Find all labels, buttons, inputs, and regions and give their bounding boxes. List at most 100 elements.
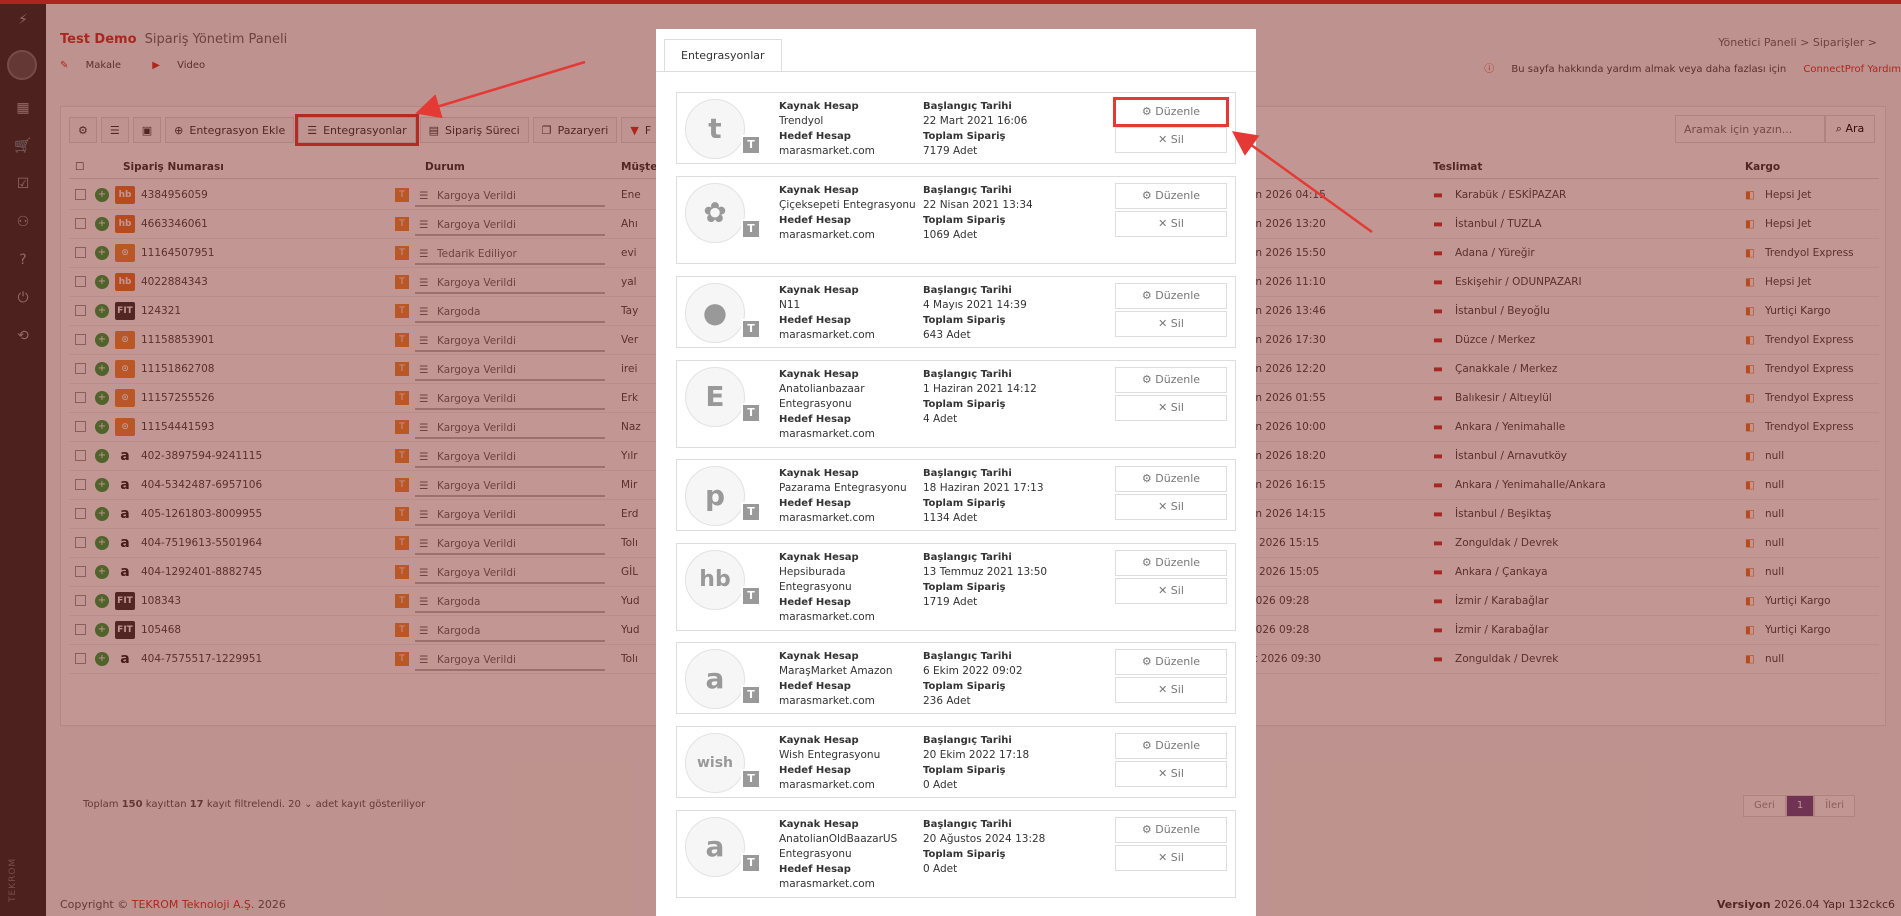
delete-button[interactable]: ✕ Sil: [1115, 677, 1227, 703]
target-label: Hedef Hesap: [779, 215, 851, 226]
delete-label: Sil: [1170, 500, 1184, 513]
source-value: Anatolianbazaar Entegrasyonu: [779, 383, 865, 410]
edit-button[interactable]: ⚙ Düzenle: [1115, 550, 1227, 576]
close-icon: ✕: [1158, 133, 1168, 146]
integration-accounts: Kaynak Hesap AnatolianOldBaazarUS Entegra…: [779, 817, 919, 892]
integration-stats: Başlangıç Tarihi 18 Haziran 2021 17:13 Top…: [923, 466, 1083, 526]
total-label: Toplam Sipariş: [923, 681, 1006, 692]
source-value: N11: [779, 299, 801, 311]
edit-label: Düzenle: [1155, 189, 1201, 202]
edit-button[interactable]: ⚙ Düzenle: [1115, 649, 1227, 675]
edit-button[interactable]: ⚙ Düzenle: [1115, 817, 1227, 843]
total-value: 0 Adet: [923, 779, 958, 791]
close-icon: ✕: [1158, 851, 1168, 864]
total-label: Toplam Sipariş: [923, 849, 1006, 860]
integration-stats: Başlangıç Tarihi 22 Mart 2021 16:06 Toplam…: [923, 99, 1083, 159]
integration-accounts: Kaynak Hesap N11 Hedef Hesap marasmarket.co…: [779, 283, 919, 343]
integration-logo-icon: a: [685, 817, 745, 877]
total-label: Toplam Sipariş: [923, 215, 1006, 226]
delete-button[interactable]: ✕ Sil: [1115, 395, 1227, 421]
start-label: Başlangıç Tarihi: [923, 468, 1012, 479]
type-badge-icon: T: [741, 319, 761, 339]
edit-label: Düzenle: [1155, 105, 1201, 118]
integration-card: t T Kaynak Hesap Trendyol Hedef Hesap marasma…: [676, 92, 1236, 164]
edit-button[interactable]: ⚙ Düzenle: [1115, 367, 1227, 393]
start-value: 6 Ekim 2022 09:02: [923, 665, 1023, 677]
delete-button[interactable]: ✕ Sil: [1115, 845, 1227, 871]
integration-actions: ⚙ Düzenle ✕ Sil: [1115, 649, 1227, 703]
edit-button[interactable]: ⚙ Düzenle: [1115, 283, 1227, 309]
delete-button[interactable]: ✕ Sil: [1115, 311, 1227, 337]
tab-integrations[interactable]: Entegrasyonlar: [664, 39, 782, 71]
start-value: 22 Mart 2021 16:06: [923, 115, 1028, 127]
integration-accounts: Kaynak Hesap Çiçeksepeti Entegrasyonu Hede…: [779, 183, 919, 243]
integration-card: a T Kaynak Hesap MaraşMarket Amazon Hedef He…: [676, 642, 1236, 714]
target-value: marasmarket.com: [779, 695, 875, 707]
target-label: Hedef Hesap: [779, 131, 851, 142]
target-value: marasmarket.com: [779, 428, 875, 440]
total-value: 643 Adet: [923, 329, 971, 341]
close-icon: ✕: [1158, 401, 1168, 414]
target-label: Hedef Hesap: [779, 597, 851, 608]
type-badge-icon: T: [741, 403, 761, 423]
total-value: 7179 Adet: [923, 145, 978, 157]
gear-icon: ⚙: [1141, 189, 1152, 202]
edit-button[interactable]: ⚙ Düzenle: [1115, 183, 1227, 209]
source-label: Kaynak Hesap: [779, 651, 859, 662]
source-value: Pazarama Entegrasyonu: [779, 482, 907, 494]
integration-accounts: Kaynak Hesap Wish Entegrasyonu Hedef Hesap…: [779, 733, 919, 793]
total-label: Toplam Sipariş: [923, 582, 1006, 593]
start-value: 20 Ağustos 2024 13:28: [923, 833, 1046, 845]
edit-button[interactable]: ⚙ Düzenle: [1115, 733, 1227, 759]
source-label: Kaynak Hesap: [779, 819, 859, 830]
gear-icon: ⚙: [1141, 739, 1152, 752]
integration-logo-icon: ●: [685, 283, 745, 343]
edit-button[interactable]: ⚙ Düzenle: [1115, 466, 1227, 492]
gear-icon: ⚙: [1141, 472, 1152, 485]
source-label: Kaynak Hesap: [779, 101, 859, 112]
integration-accounts: Kaynak Hesap MaraşMarket Amazon Hedef Hesa…: [779, 649, 919, 709]
type-badge-icon: T: [741, 135, 761, 155]
type-badge-icon: T: [741, 586, 761, 606]
start-label: Başlangıç Tarihi: [923, 651, 1012, 662]
start-value: 13 Temmuz 2021 13:50: [923, 566, 1048, 578]
total-label: Toplam Sipariş: [923, 765, 1006, 776]
close-icon: ✕: [1158, 217, 1168, 230]
target-value: marasmarket.com: [779, 611, 875, 623]
delete-label: Sil: [1170, 317, 1184, 330]
integration-actions: ⚙ Düzenle ✕ Sil: [1115, 733, 1227, 787]
integration-stats: Başlangıç Tarihi 20 Ekim 2022 17:18 Toplam…: [923, 733, 1083, 793]
integration-accounts: Kaynak Hesap Trendyol Hedef Hesap marasmark…: [779, 99, 919, 159]
delete-label: Sil: [1170, 767, 1184, 780]
start-value: 4 Mayıs 2021 14:39: [923, 299, 1027, 311]
delete-button[interactable]: ✕ Sil: [1115, 211, 1227, 237]
close-icon: ✕: [1158, 500, 1168, 513]
total-label: Toplam Sipariş: [923, 131, 1006, 142]
integration-accounts: Kaynak Hesap Anatolianbazaar Entegrasyonu…: [779, 367, 919, 442]
type-badge-icon: T: [741, 769, 761, 789]
gear-icon: ⚙: [1141, 655, 1152, 668]
type-badge-icon: T: [741, 502, 761, 522]
delete-button[interactable]: ✕ Sil: [1115, 494, 1227, 520]
integration-actions: ⚙ Düzenle ✕ Sil: [1115, 466, 1227, 520]
integration-logo-icon: a: [685, 649, 745, 709]
start-label: Başlangıç Tarihi: [923, 369, 1012, 380]
edit-label: Düzenle: [1155, 823, 1201, 836]
integration-logo-icon: wish: [685, 733, 745, 793]
integration-actions: ⚙ Düzenle ✕ Sil: [1115, 183, 1227, 237]
delete-button[interactable]: ✕ Sil: [1115, 578, 1227, 604]
target-value: marasmarket.com: [779, 878, 875, 890]
total-value: 0 Adet: [923, 863, 958, 875]
integration-logo-icon: E: [685, 367, 745, 427]
source-value: Hepsiburada Entegrasyonu: [779, 566, 852, 593]
start-label: Başlangıç Tarihi: [923, 735, 1012, 746]
integration-logo-icon: t: [685, 99, 745, 159]
delete-label: Sil: [1170, 584, 1184, 597]
edit-button[interactable]: ⚙ Düzenle: [1113, 97, 1229, 127]
gear-icon: ⚙: [1141, 289, 1152, 302]
delete-button[interactable]: ✕ Sil: [1115, 761, 1227, 787]
delete-button[interactable]: ✕ Sil: [1115, 127, 1227, 153]
source-label: Kaynak Hesap: [779, 185, 859, 196]
integration-logo-icon: p: [685, 466, 745, 526]
integration-card: wish T Kaynak Hesap Wish Entegrasyonu Hedef …: [676, 726, 1236, 798]
